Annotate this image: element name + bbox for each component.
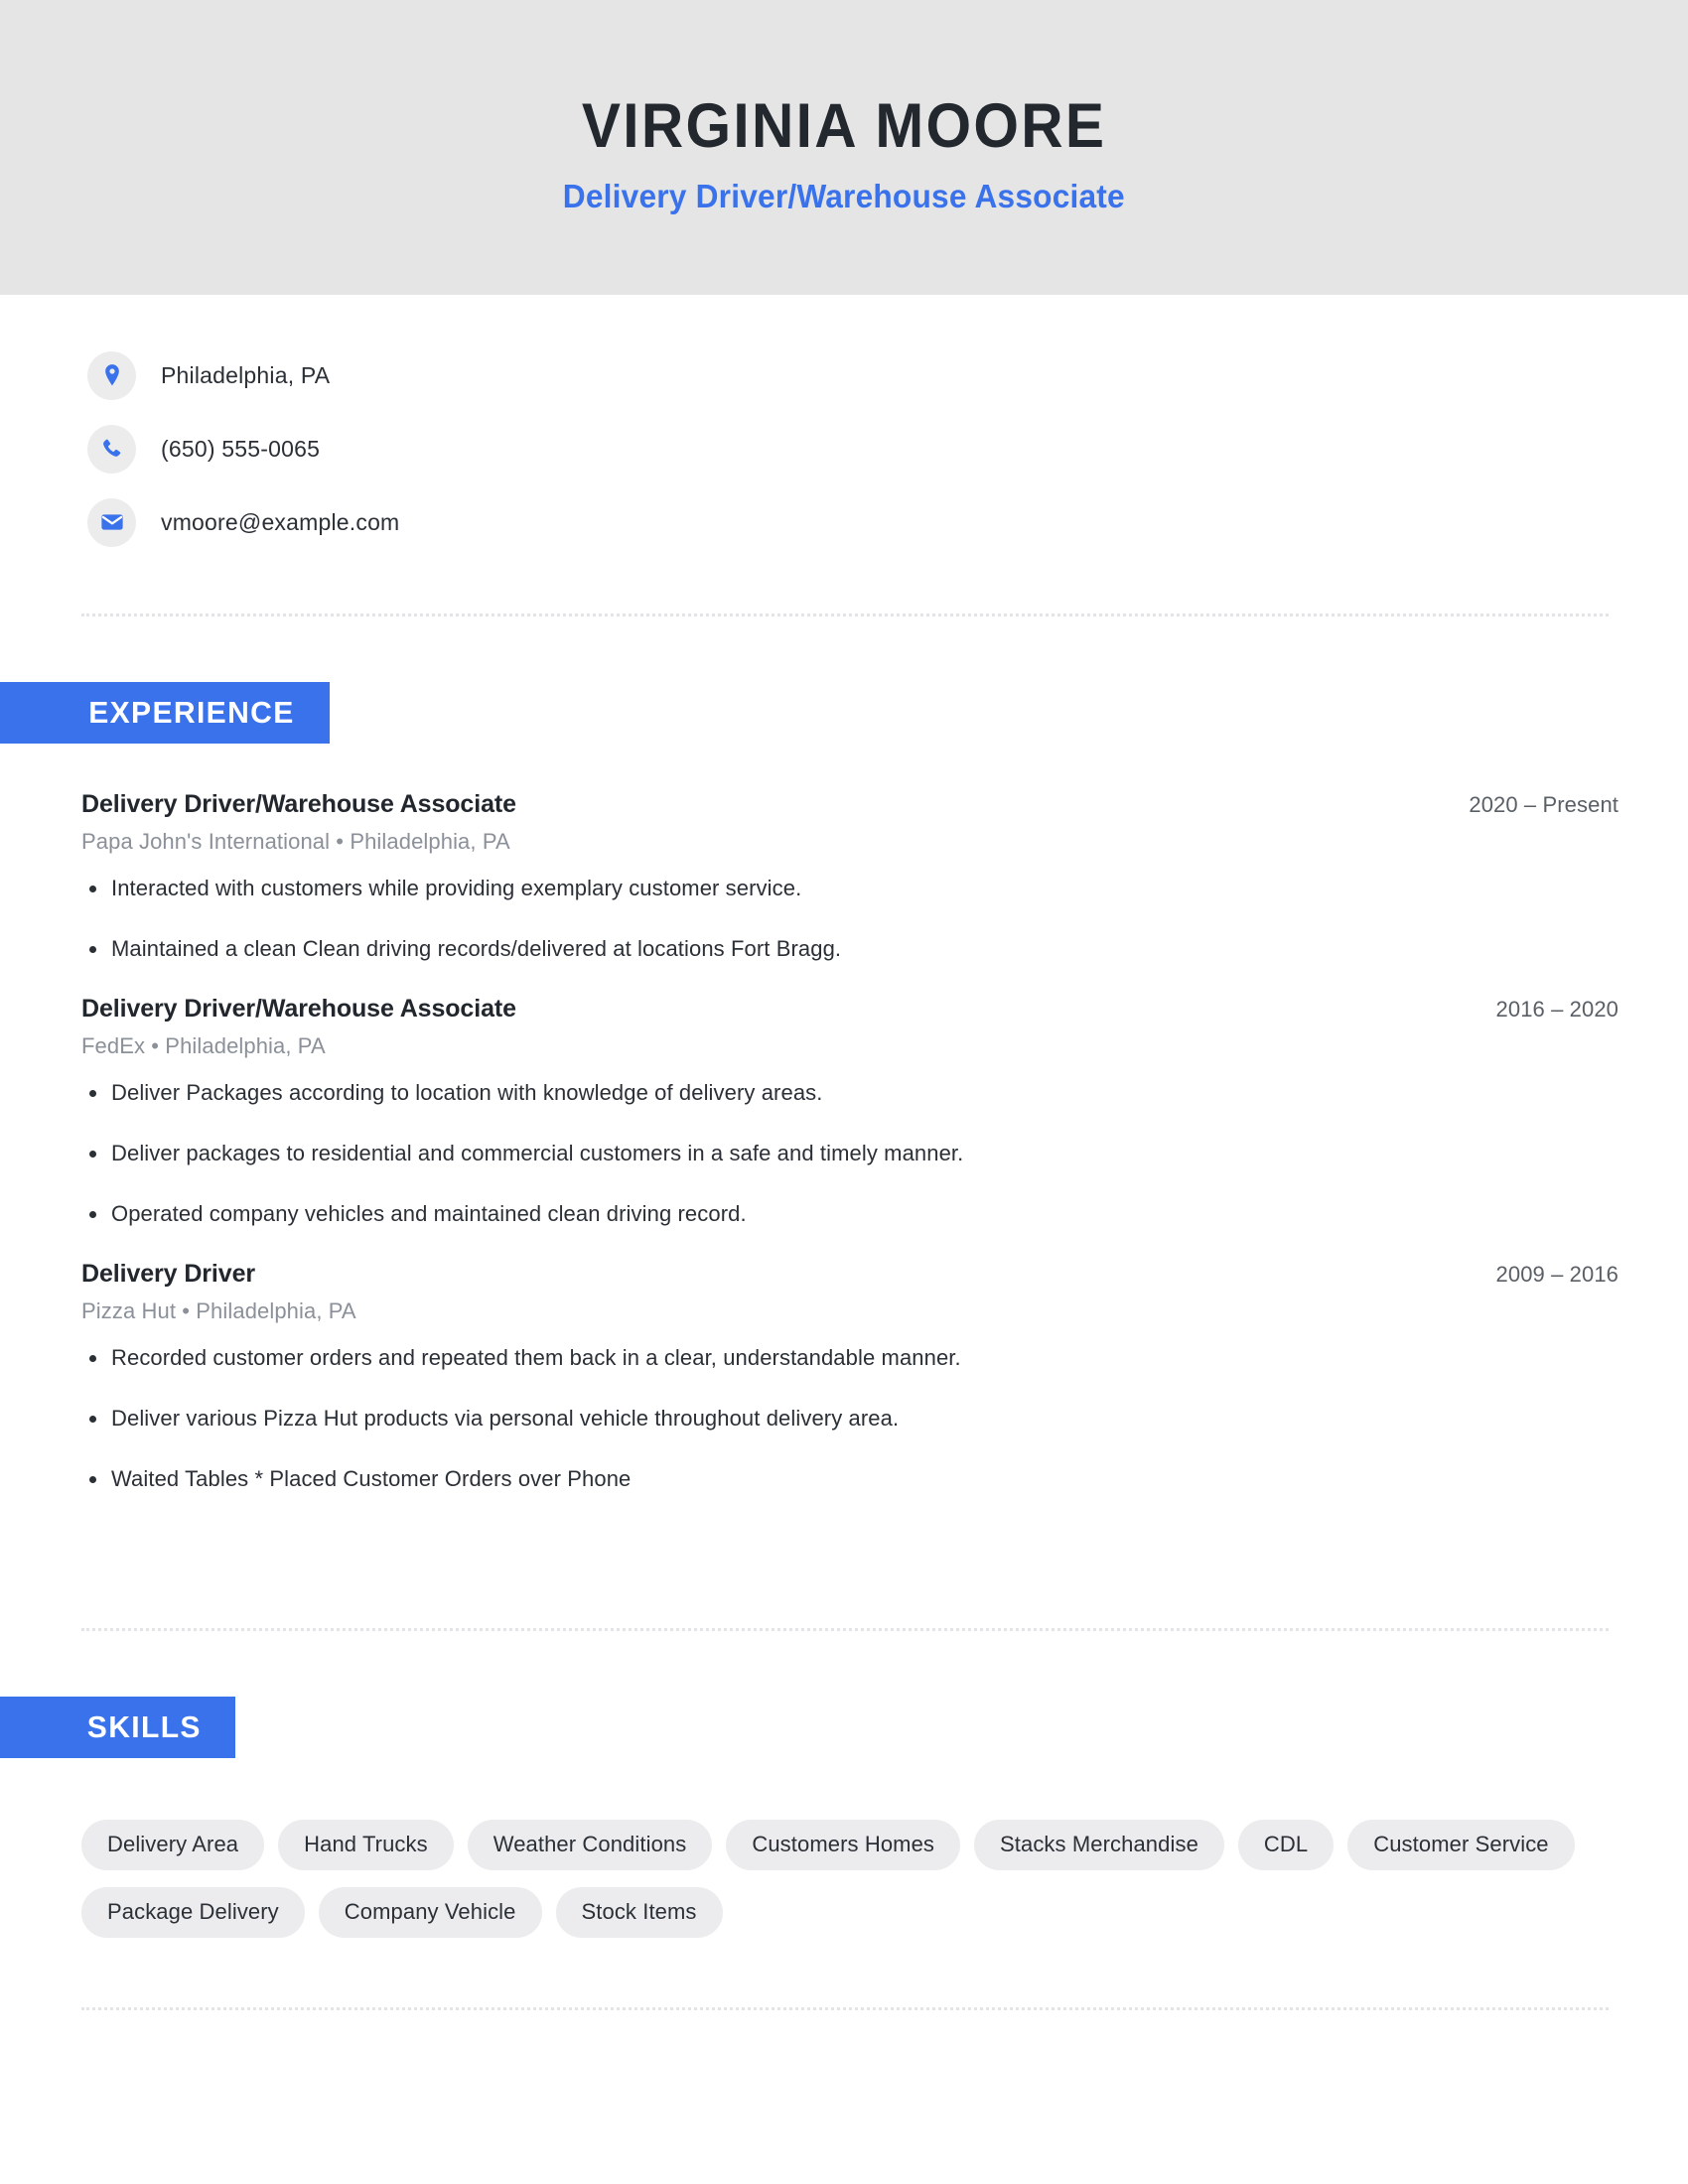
resume-header: VIRGINIA MOORE Delivery Driver/Warehouse… [0, 0, 1688, 295]
experience-item-header: Delivery Driver/Warehouse Associate 2016… [81, 994, 1618, 1024]
experience-job-title: Delivery Driver [81, 1259, 256, 1288]
experience-item: Delivery Driver 2009 – 2016 Pizza Hut • … [81, 1259, 1618, 1495]
skill-pill: Hand Trucks [278, 1820, 454, 1870]
experience-job-title: Delivery Driver/Warehouse Associate [81, 790, 516, 818]
skill-pill: Package Delivery [81, 1887, 305, 1938]
experience-bullet: Deliver various Pizza Hut products via p… [81, 1403, 1618, 1434]
skill-pill: Weather Conditions [467, 1820, 713, 1870]
experience-job-meta: FedEx • Philadelphia, PA [81, 1033, 326, 1059]
experience-job-dates: 2009 – 2016 [1495, 1261, 1618, 1287]
job-headline: Delivery Driver/Warehouse Associate [562, 177, 1126, 214]
contact-block: Philadelphia, PA (650) 555-0065 vmoore@e… [87, 350, 1688, 547]
skill-pill: Stock Items [555, 1887, 723, 1938]
skill-pill: Company Vehicle [318, 1887, 542, 1938]
experience-item: Delivery Driver/Warehouse Associate 2016… [81, 994, 1618, 1230]
page-title: VIRGINIA MOORE [581, 91, 1107, 162]
section-divider-top [81, 614, 1609, 616]
experience-bullet: Operated company vehicles and maintained… [81, 1198, 1618, 1230]
contact-location-text: Philadelphia, PA [161, 361, 331, 388]
location-pin-icon [87, 350, 136, 400]
experience-bullet: Waited Tables * Placed Customer Orders o… [81, 1463, 1618, 1495]
section-header-skills: SKILLS [0, 1697, 235, 1758]
experience-bullet-list: Deliver Packages according to location w… [81, 1077, 1618, 1230]
skill-pill: Customer Service [1347, 1820, 1575, 1870]
experience-job-meta: Papa John's International • Philadelphia… [81, 829, 510, 855]
contact-phone-text: (650) 555-0065 [161, 435, 321, 462]
skill-pill: CDL [1237, 1820, 1335, 1870]
experience-bullet-list: Interacted with customers while providin… [81, 873, 1618, 965]
skill-pill: Customers Homes [726, 1820, 961, 1870]
experience-bullet: Maintained a clean Clean driving records… [81, 933, 1618, 965]
contact-row-email: vmoore@example.com [87, 497, 1688, 547]
experience-bullet: Deliver packages to residential and comm… [81, 1138, 1618, 1169]
experience-job-title: Delivery Driver/Warehouse Associate [81, 995, 516, 1024]
experience-bullet: Deliver Packages according to location w… [81, 1077, 1618, 1109]
resume-page: VIRGINIA MOORE Delivery Driver/Warehouse… [0, 0, 1688, 2184]
contact-row-phone: (650) 555-0065 [87, 424, 1688, 474]
phone-icon [87, 424, 136, 474]
section-divider-middle [81, 1628, 1609, 1631]
email-envelope-icon [87, 497, 136, 547]
experience-job-dates: 2016 – 2020 [1495, 997, 1618, 1023]
experience-item-header: Delivery Driver/Warehouse Associate 2020… [81, 789, 1618, 820]
experience-job-dates: 2020 – Present [1469, 792, 1618, 817]
experience-item: Delivery Driver/Warehouse Associate 2020… [81, 789, 1618, 965]
experience-section: Delivery Driver/Warehouse Associate 2020… [81, 789, 1618, 1524]
experience-bullet-list: Recorded customer orders and repeated th… [81, 1342, 1618, 1495]
skills-section: Delivery Area Hand Trucks Weather Condit… [81, 1820, 1618, 1938]
section-header-skills-label: SKILLS [86, 1709, 202, 1744]
section-divider-bottom [81, 2007, 1609, 2010]
skill-pill: Stacks Merchandise [974, 1820, 1224, 1870]
contact-row-location: Philadelphia, PA [87, 350, 1688, 400]
experience-job-meta: Pizza Hut • Philadelphia, PA [81, 1298, 356, 1324]
experience-bullet: Recorded customer orders and repeated th… [81, 1342, 1618, 1374]
skill-pill: Delivery Area [81, 1820, 265, 1870]
experience-bullet: Interacted with customers while providin… [81, 873, 1618, 904]
contact-email-text: vmoore@example.com [161, 508, 400, 535]
section-header-experience: EXPERIENCE [0, 682, 330, 744]
experience-item-header: Delivery Driver 2009 – 2016 [81, 1259, 1618, 1290]
section-header-experience-label: EXPERIENCE [88, 695, 295, 730]
